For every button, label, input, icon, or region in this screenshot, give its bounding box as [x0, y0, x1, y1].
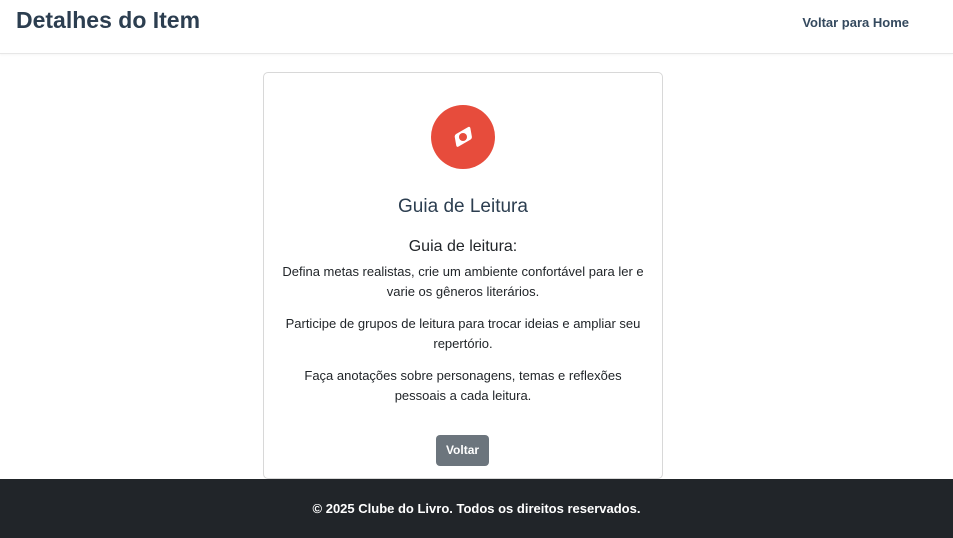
home-link[interactable]: Voltar para Home: [802, 14, 909, 32]
tip-paragraph: Faça anotações sobre personagens, temas …: [304, 368, 622, 403]
page-title: Detalhes do Item: [16, 7, 201, 33]
item-detail-card: Guia de Leitura Guia de leitura: Defina …: [263, 72, 663, 479]
copyright-text: © 2025 Clube do Livro. Todos os direitos…: [312, 501, 641, 516]
guide-heading: Guia de leitura:: [408, 238, 518, 255]
back-button[interactable]: Voltar: [436, 435, 489, 466]
tip-paragraph: Participe de grupos de leitura para troc…: [285, 316, 641, 351]
card-title: Guia de Leitura: [398, 196, 528, 217]
tip-paragraph: Defina metas realistas, crie um ambiente…: [282, 264, 644, 299]
footer: © 2025 Clube do Livro. Todos os direitos…: [0, 479, 953, 538]
top-navbar: Detalhes do Item Voltar para Home: [0, 0, 953, 54]
compass-icon: [431, 105, 495, 169]
